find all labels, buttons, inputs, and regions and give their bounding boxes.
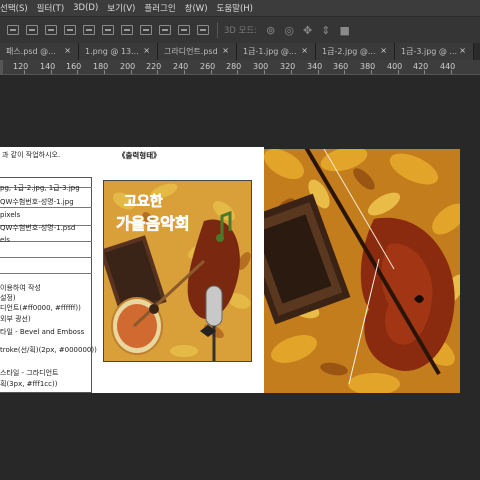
close-icon[interactable]: × bbox=[143, 46, 150, 55]
close-icon[interactable]: × bbox=[459, 46, 466, 55]
req-line: troke(선/획)(2px, #000000)) bbox=[0, 346, 97, 354]
scale-3d-icon[interactable]: ■ bbox=[339, 24, 349, 37]
menu-select[interactable]: 선택(S) bbox=[0, 2, 28, 14]
violin-leaves-image bbox=[264, 149, 460, 393]
req-line: 외부 광선) bbox=[0, 315, 31, 323]
exam-document[interactable]: 과 같이 작업하시오. 《출력형태》 pg, 1급-2.jpg, 1급-3.jp… bbox=[0, 147, 264, 393]
menu-plugins[interactable]: 플러그인 bbox=[144, 2, 175, 14]
req-line: 타일 - Bevel and Emboss bbox=[0, 328, 85, 336]
ruler-label: 380 bbox=[360, 62, 376, 71]
ruler-label: 220 bbox=[146, 62, 162, 71]
pan-3d-icon[interactable]: ✥ bbox=[303, 24, 312, 37]
ruler-label: 360 bbox=[333, 62, 349, 71]
menubar: 선택(S) 필터(T) 3D(D) 보기(V) 플러그인 창(W) 도움말(H) bbox=[0, 0, 480, 16]
distribute-center-icon[interactable] bbox=[83, 25, 95, 35]
tab-label: 패스.psd @... bbox=[6, 47, 56, 56]
req-line: pg, 1급-2.jpg, 1급-3.jpg bbox=[0, 184, 80, 192]
poster-title-line2: 가을음악회 bbox=[116, 214, 190, 233]
tab-1-png[interactable]: 1.png @ 13... × bbox=[79, 43, 158, 60]
tab-label: 1급-3.jpg @ ... bbox=[401, 47, 458, 56]
distribute-right-icon[interactable] bbox=[140, 25, 152, 35]
roll-3d-icon[interactable]: ◎ bbox=[284, 24, 294, 37]
ruler-corner bbox=[0, 60, 3, 74]
tab-path-psd[interactable]: 패스.psd @... × bbox=[0, 43, 79, 60]
rotate-3d-icon[interactable]: ⊚ bbox=[266, 24, 275, 37]
source-image-violin[interactable] bbox=[264, 149, 460, 393]
ruler-label: 300 bbox=[253, 62, 269, 71]
options-bar: 3D 모드: ⊚ ◎ ✥ ⇕ ■ bbox=[0, 16, 480, 44]
req-line: 획(3px, #fff1cc)) bbox=[0, 380, 58, 388]
ruler-label: 240 bbox=[173, 62, 189, 71]
req-line: 설정) bbox=[0, 294, 16, 302]
options-divider bbox=[217, 22, 218, 38]
ruler-label: 280 bbox=[226, 62, 242, 71]
ruler-label: 120 bbox=[13, 62, 29, 71]
req-line: pixels bbox=[0, 211, 21, 219]
horizontal-ruler[interactable]: 120 140 160 180 200 220 240 260 280 300 … bbox=[0, 60, 480, 75]
tab-level1-2[interactable]: 1급-2.jpg @... × bbox=[316, 43, 395, 60]
distribute-left-icon[interactable] bbox=[121, 25, 133, 35]
req-line: QW수험번호-성명-1.psd bbox=[0, 224, 76, 232]
req-line: 이용하여 작성 bbox=[0, 284, 41, 292]
more-options-icon[interactable] bbox=[197, 25, 209, 35]
ruler-label: 160 bbox=[66, 62, 82, 71]
menu-window[interactable]: 창(W) bbox=[185, 2, 208, 14]
align-top-icon[interactable] bbox=[7, 25, 19, 35]
ruler-label: 180 bbox=[93, 62, 109, 71]
tab-level1-1[interactable]: 1급-1.jpg @... × bbox=[237, 43, 316, 60]
distribute-top-icon[interactable] bbox=[64, 25, 76, 35]
poster-illustration: 고요한 가을음악회 bbox=[104, 181, 251, 361]
ruler-label: 200 bbox=[120, 62, 136, 71]
tab-label: 그라디언트.psd bbox=[164, 47, 218, 56]
req-line: els bbox=[0, 236, 10, 244]
output-label: 《출력형태》 bbox=[118, 151, 161, 160]
slide-3d-icon[interactable]: ⇕ bbox=[321, 24, 330, 37]
ruler-label: 420 bbox=[413, 62, 429, 71]
ruler-label: 440 bbox=[440, 62, 456, 71]
close-icon[interactable]: × bbox=[64, 46, 71, 55]
tab-label: 1급-2.jpg @... bbox=[322, 47, 376, 56]
tab-label: 1.png @ 13... bbox=[85, 47, 139, 56]
req-line: 스타일 - 그라디언트 bbox=[0, 369, 59, 377]
close-icon[interactable]: × bbox=[380, 46, 387, 55]
document-tabs: 패스.psd @... × 1.png @ 13... × 그라디언트.psd × 1… bbox=[0, 43, 480, 60]
menu-help[interactable]: 도움말(H) bbox=[217, 2, 253, 14]
close-icon[interactable]: × bbox=[301, 46, 308, 55]
align-left-icon[interactable] bbox=[159, 25, 171, 35]
output-preview-image: 고요한 가을음악회 bbox=[103, 180, 252, 362]
req-line: QW수험번호-성명-1.jpg bbox=[0, 198, 74, 206]
menu-3d[interactable]: 3D(D) bbox=[73, 3, 98, 13]
intro-text: 과 같이 작업하시오. bbox=[2, 151, 61, 159]
tab-gradient-psd[interactable]: 그라디언트.psd × bbox=[158, 43, 237, 60]
align-vertical-center-icon[interactable] bbox=[26, 25, 38, 35]
align-bottom-icon[interactable] bbox=[45, 25, 57, 35]
distribute-bottom-icon[interactable] bbox=[102, 25, 114, 35]
align-right-icon[interactable] bbox=[178, 25, 190, 35]
mode-3d-label: 3D 모드: bbox=[224, 26, 258, 36]
ruler-label: 320 bbox=[280, 62, 296, 71]
ruler-label: 400 bbox=[387, 62, 403, 71]
tab-level1-3[interactable]: 1급-3.jpg @ ... × bbox=[395, 43, 474, 60]
menu-view[interactable]: 보기(V) bbox=[107, 2, 135, 14]
req-line: 디언트(#ff0000, #ffffff)) bbox=[0, 304, 81, 312]
ruler-label: 340 bbox=[307, 62, 323, 71]
ruler-label: 260 bbox=[200, 62, 216, 71]
close-icon[interactable]: × bbox=[222, 46, 229, 55]
poster-title-line1: 고요한 bbox=[124, 194, 163, 210]
tab-label: 1급-1.jpg @... bbox=[243, 47, 297, 56]
menu-filter[interactable]: 필터(T) bbox=[37, 2, 64, 14]
ruler-label: 140 bbox=[40, 62, 56, 71]
